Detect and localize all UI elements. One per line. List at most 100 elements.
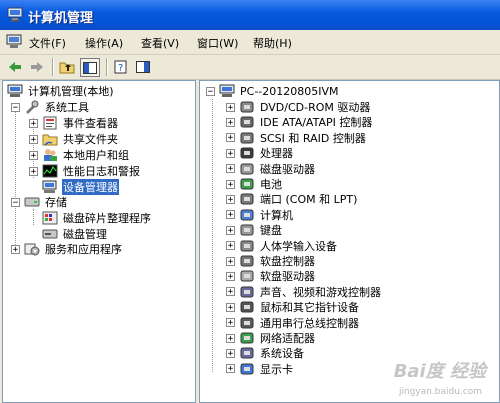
tree-label: 共享文件夹 [63, 133, 118, 146]
tree-root[interactable]: 计算机管理(本地) [7, 83, 115, 99]
menu-view[interactable]: 查看(V) [141, 35, 179, 51]
device-category-label: 人体学输入设备 [260, 239, 337, 253]
tree-item-event-viewer[interactable]: + 事件查看器 [29, 115, 119, 131]
device-category[interactable]: + 软盘驱动器 [226, 268, 316, 284]
device-category[interactable]: + 声音、视频和游戏控制器 [226, 284, 382, 300]
computer-icon [240, 209, 254, 221]
device-category-label: IDE ATA/ATAPI 控制器 [260, 116, 373, 130]
back-icon [9, 61, 21, 72]
tree-pane[interactable]: 计算机管理(本地) − 系统工具 + 事件查看器 + 共享文件夹 + 本地用户和… [2, 80, 196, 403]
window-title: 计算机管理 [28, 11, 94, 26]
expand-toggle[interactable]: + [226, 271, 235, 281]
menu-help[interactable]: 帮助(H) [253, 35, 292, 51]
expand-toggle[interactable]: + [226, 164, 235, 174]
expand-toggle[interactable]: + [226, 194, 235, 204]
expand-toggle[interactable]: + [226, 256, 235, 266]
device-category[interactable]: + 磁盘驱动器 [226, 161, 316, 177]
tree-item-disk-defragmenter[interactable]: 磁盘碎片整理程序 [42, 210, 152, 226]
expand-toggle[interactable]: + [226, 102, 235, 112]
tree-item-disk-management[interactable]: 磁盘管理 [42, 226, 108, 242]
expand-toggle[interactable]: + [29, 134, 38, 144]
help-icon [136, 60, 150, 73]
device-pane[interactable]: − PC--20120805IVM + DVD/CD-ROM 驱动器 + IDE AT… [199, 80, 500, 403]
device-category[interactable]: + 端口 (COM 和 LPT) [226, 191, 358, 207]
computer-name: PC--20120805IVM [240, 84, 339, 98]
device-category[interactable]: + 键盘 [226, 222, 283, 238]
back-button[interactable] [6, 58, 24, 75]
tools-icon [26, 100, 39, 114]
toolbar-separator [106, 58, 108, 76]
properties-button[interactable]: ? [112, 58, 130, 75]
forward-button[interactable] [28, 58, 46, 75]
menu-file[interactable]: 文件(F) [29, 35, 66, 51]
expand-toggle[interactable]: + [226, 225, 235, 235]
device-category[interactable]: + IDE ATA/ATAPI 控制器 [226, 114, 373, 130]
tree-item-local-users[interactable]: + 本地用户和组 [29, 147, 130, 163]
device-category-label: 通用串行总线控制器 [260, 316, 359, 330]
tree-item-performance-logs[interactable]: + 性能日志和警报 [29, 163, 141, 179]
show-tree-icon [83, 61, 97, 74]
device-category[interactable]: + 鼠标和其它指针设备 [226, 299, 360, 315]
expand-toggle[interactable]: + [226, 133, 235, 143]
device-category[interactable]: + 电池 [226, 176, 283, 192]
expand-toggle[interactable]: + [226, 241, 235, 251]
device-category[interactable]: + DVD/CD-ROM 驱动器 [226, 99, 371, 115]
tree-item-services[interactable]: + 服务和应用程序 [11, 241, 123, 257]
expand-toggle[interactable]: + [226, 210, 235, 220]
expand-toggle[interactable]: + [226, 364, 235, 374]
tree-item-shared-folders[interactable]: + 共享文件夹 [29, 131, 119, 147]
tree-line [33, 209, 34, 225]
expand-toggle[interactable]: + [226, 179, 235, 189]
device-root[interactable]: − PC--20120805IVM [206, 83, 340, 99]
tree-item-system-tools[interactable]: − 系统工具 [11, 99, 90, 115]
computer-management-icon [7, 84, 23, 97]
floppy-controller-icon [240, 255, 254, 267]
toolbar-separator [52, 58, 54, 76]
device-category[interactable]: + 系统设备 [226, 345, 305, 361]
tree-label: 存储 [45, 196, 67, 209]
system-device-icon [240, 347, 254, 359]
device-category[interactable]: + 软盘控制器 [226, 253, 316, 269]
system-menu-icon[interactable] [6, 34, 22, 49]
up-button[interactable] [58, 58, 76, 75]
show-tree-button[interactable] [80, 58, 100, 77]
expand-toggle[interactable]: + [226, 348, 235, 358]
toolbar: ? [0, 55, 500, 80]
expand-toggle[interactable]: + [226, 333, 235, 343]
hid-icon [240, 240, 254, 252]
collapse-toggle[interactable]: − [11, 102, 20, 112]
expand-toggle[interactable]: + [29, 166, 38, 176]
ide-controller-icon [240, 116, 254, 128]
tree-item-device-manager[interactable]: 设备管理器 [42, 179, 119, 195]
expand-toggle[interactable]: + [226, 318, 235, 328]
battery-icon [240, 178, 254, 190]
device-category[interactable]: + 通用串行总线控制器 [226, 315, 360, 331]
tree-label: 系统工具 [45, 101, 89, 114]
watermark-url: jingyan.baidu.com [398, 387, 482, 397]
expand-toggle[interactable]: + [226, 148, 235, 158]
device-category[interactable]: + 处理器 [226, 145, 294, 161]
device-category[interactable]: + 显示卡 [226, 361, 294, 377]
expand-toggle[interactable]: + [29, 118, 38, 128]
device-category[interactable]: + 人体学输入设备 [226, 238, 338, 254]
device-category[interactable]: + 网络适配器 [226, 330, 316, 346]
device-category-label: DVD/CD-ROM 驱动器 [260, 101, 371, 114]
menu-window[interactable]: 窗口(W) [197, 35, 238, 51]
device-category[interactable]: + 计算机 [226, 207, 294, 223]
help-button[interactable] [134, 58, 152, 75]
device-category-label: 计算机 [260, 208, 293, 222]
expand-toggle[interactable]: + [226, 302, 235, 312]
menu-action[interactable]: 操作(A) [85, 35, 123, 51]
sound-icon [240, 286, 254, 298]
collapse-toggle[interactable]: − [206, 86, 215, 96]
device-category-label: 处理器 [260, 147, 293, 161]
expand-toggle[interactable]: + [11, 244, 20, 254]
tree-item-storage[interactable]: − 存储 [11, 194, 68, 210]
title-bar: 计算机管理 [0, 0, 500, 30]
collapse-toggle[interactable]: − [11, 197, 20, 207]
expand-toggle[interactable]: + [29, 150, 38, 160]
device-category[interactable]: + SCSI 和 RAID 控制器 [226, 130, 367, 146]
display-adapter-icon [240, 363, 254, 375]
expand-toggle[interactable]: + [226, 287, 235, 297]
expand-toggle[interactable]: + [226, 117, 235, 127]
